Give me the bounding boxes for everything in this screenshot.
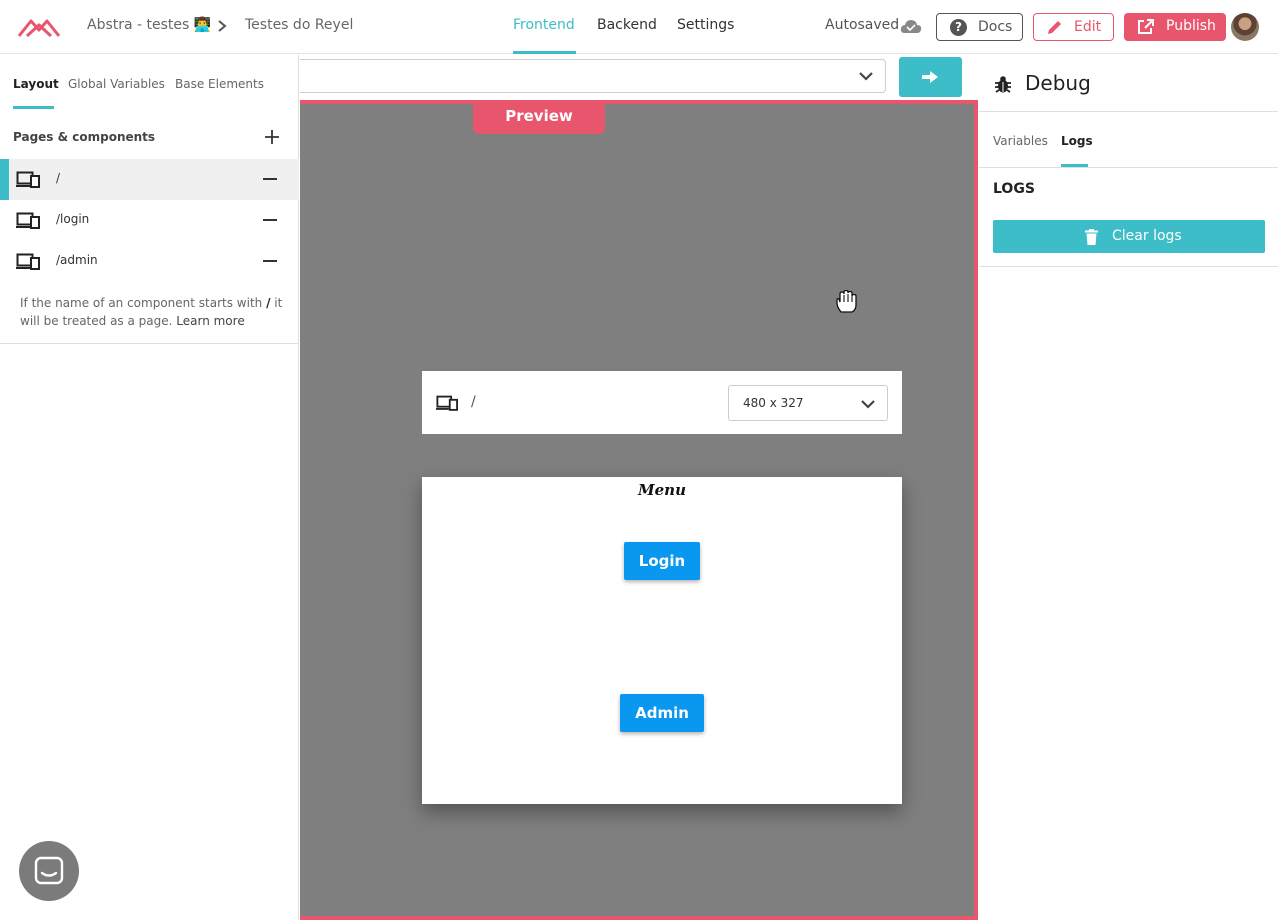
page-path: /login (56, 212, 90, 226)
page-item-admin[interactable]: /admin (0, 241, 299, 282)
editor-center: Preview / 480 x 327 Menu Login Admin (300, 55, 978, 920)
external-link-icon (1138, 19, 1154, 34)
hand-cursor-icon (836, 290, 857, 313)
navigate-button[interactable] (899, 57, 962, 97)
devices-icon (16, 212, 40, 229)
active-tab-indicator (13, 106, 54, 109)
viewport-size-select[interactable]: 480 x 327 (728, 385, 888, 421)
publish-button[interactable]: Publish (1124, 13, 1226, 41)
page-item-login[interactable]: /login (0, 200, 299, 241)
selected-indicator (0, 159, 9, 200)
page-path: / (56, 171, 61, 185)
debug-title: Debug (1025, 71, 1091, 95)
tab-global-variables[interactable]: Global Variables (68, 77, 165, 91)
autosaved-status: Autosaved (825, 17, 900, 33)
chat-icon (34, 856, 64, 885)
chat-launcher-button[interactable] (19, 841, 79, 901)
trash-icon (1085, 229, 1098, 245)
publish-label: Publish (1166, 18, 1216, 34)
edit-button[interactable]: Edit (1033, 13, 1114, 41)
preview-label: Preview (473, 102, 605, 134)
device-toolbar: / 480 x 327 (422, 371, 902, 434)
tab-layout[interactable]: Layout (13, 77, 59, 91)
tab-logs[interactable]: Logs (1061, 134, 1093, 148)
hint-text: If the name of an component starts with (20, 296, 267, 310)
minus-icon[interactable] (263, 260, 277, 262)
divider (979, 111, 1278, 112)
logs-heading: LOGS (993, 181, 1035, 197)
minus-icon[interactable] (263, 178, 277, 180)
page-preview-frame: Menu Login Admin (422, 477, 902, 804)
docs-label: Docs (978, 19, 1013, 35)
admin-button[interactable]: Admin (620, 694, 704, 732)
clear-logs-label: Clear logs (1112, 228, 1182, 244)
tab-variables[interactable]: Variables (993, 134, 1048, 148)
preview-canvas[interactable]: Preview / 480 x 327 Menu Login Admin (300, 100, 978, 920)
login-button[interactable]: Login (624, 542, 700, 580)
divider (979, 266, 1278, 267)
page-naming-hint: If the name of an component starts with … (20, 294, 290, 330)
tab-backend[interactable]: Backend (597, 17, 657, 33)
menu-heading: Menu (638, 481, 686, 499)
plus-icon[interactable] (264, 129, 280, 145)
divider (0, 343, 299, 344)
device-path: / (471, 394, 476, 410)
page-item-root[interactable]: / (0, 159, 299, 200)
tab-settings[interactable]: Settings (677, 17, 734, 33)
chevron-down-icon (861, 400, 875, 409)
edit-label: Edit (1074, 19, 1102, 35)
top-bar: Abstra - testes 👨‍💻 Testes do Reyel Fron… (0, 0, 1278, 54)
breadcrumb-project[interactable]: Abstra - testes 👨‍💻 (87, 17, 211, 33)
clear-logs-button[interactable]: Clear logs (993, 220, 1265, 253)
active-tab-indicator (513, 51, 576, 54)
chevron-right-icon (218, 20, 227, 32)
debug-panel: Debug Variables Logs LOGS Clear logs (979, 55, 1278, 920)
bug-icon (995, 76, 1011, 93)
pencil-icon (1048, 21, 1061, 34)
avatar[interactable] (1231, 13, 1259, 41)
devices-icon (436, 395, 458, 411)
chevron-down-icon (859, 72, 873, 81)
divider (979, 167, 1278, 168)
tab-base-elements[interactable]: Base Elements (175, 77, 264, 91)
cloud-check-icon (900, 20, 922, 33)
route-select[interactable] (300, 59, 886, 93)
devices-icon (16, 171, 40, 188)
docs-button[interactable]: ? Docs (936, 13, 1023, 41)
breadcrumb-page[interactable]: Testes do Reyel (245, 17, 353, 33)
devices-icon (16, 253, 40, 270)
abstra-logo-icon[interactable] (18, 16, 60, 38)
question-icon: ? (950, 19, 967, 36)
page-path: /admin (56, 253, 98, 267)
viewport-size-value: 480 x 327 (743, 396, 804, 410)
arrow-right-icon (922, 71, 938, 83)
minus-icon[interactable] (263, 219, 277, 221)
left-sidebar: Layout Global Variables Base Elements Pa… (0, 55, 299, 920)
section-title: Pages & components (13, 130, 156, 144)
tab-frontend[interactable]: Frontend (513, 17, 575, 33)
learn-more-link[interactable]: Learn more (176, 314, 244, 328)
